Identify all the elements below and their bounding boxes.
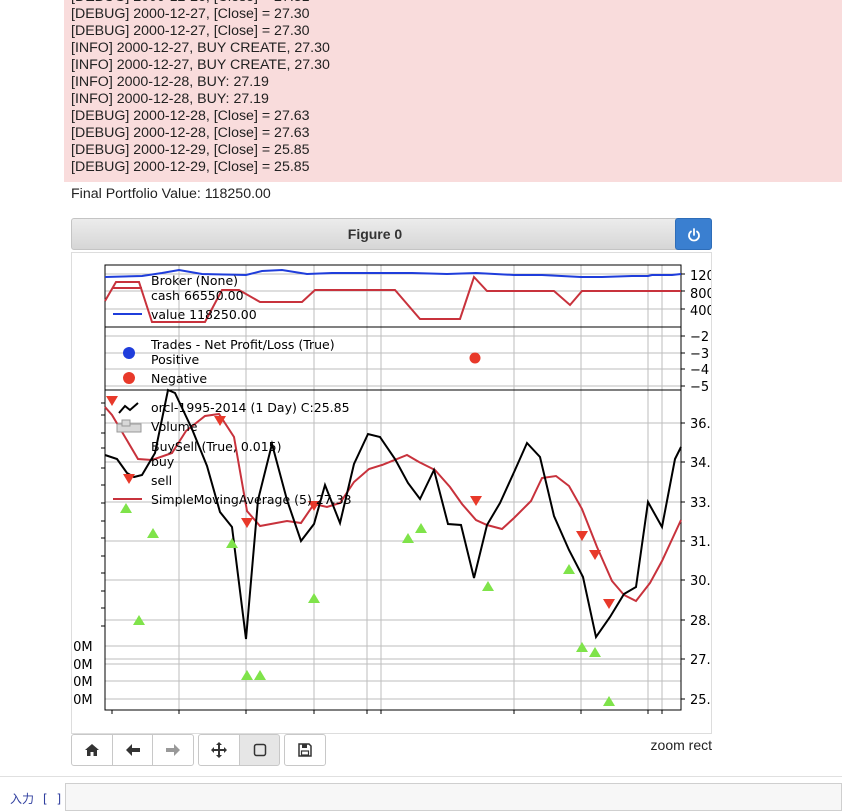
broker-axis-tick: 800 — [690, 287, 712, 302]
sell-marker — [589, 550, 601, 560]
broker-cash-label: cash 66550.00 — [151, 288, 244, 303]
zoom-rect-button[interactable] — [239, 734, 280, 766]
trades-axis-tick: −4 — [690, 363, 709, 378]
price-axis-tick: 31. — [690, 535, 711, 550]
buy-marker — [482, 581, 494, 591]
buy-legend-label: buy — [151, 454, 175, 469]
trades-axis-tick: −3 — [690, 347, 709, 362]
sell-marker — [470, 496, 482, 506]
sell-marker — [603, 599, 615, 609]
buy-marker — [603, 696, 615, 706]
trades-axis-tick: −5 — [690, 380, 709, 395]
home-icon — [85, 744, 99, 756]
price-axis-tick: 30. — [690, 574, 711, 589]
trades-axis-tick: −2 — [690, 330, 709, 345]
zoom-rect-icon — [253, 743, 266, 757]
figure-canvas[interactable]: Broker (None) cash 66550.00 value 118250… — [71, 252, 712, 734]
broker-legend-title: Broker (None) — [151, 273, 238, 288]
arrow-right-icon — [166, 744, 180, 756]
figure-title: Figure 0 — [347, 226, 403, 242]
save-figure-button[interactable] — [284, 734, 326, 766]
volume-legend-label: Volume — [151, 419, 198, 434]
buy-marker — [589, 647, 601, 657]
move-icon — [211, 742, 227, 758]
figure-header: Figure 0 — [71, 218, 712, 250]
buy-marker — [563, 564, 575, 574]
buy-marker — [254, 670, 266, 680]
log-line: [DEBUG] 2000-12-29, [Close] = 25.85 — [71, 159, 310, 175]
sell-marker — [106, 396, 118, 406]
code-cell-input[interactable] — [65, 783, 842, 811]
volume-axis-tick: )0M — [72, 658, 93, 673]
log-line: [DEBUG] 2000-12-27, [Close] = 27.30 — [71, 23, 310, 39]
volume-axis-tick: )0M — [72, 640, 93, 655]
price-axis-tick: 34. — [690, 456, 711, 471]
trades-negative-label: Negative — [151, 371, 207, 386]
save-icon — [298, 743, 312, 757]
broker-axis-tick: 120 — [690, 269, 712, 284]
log-line: [DEBUG] 2000-12-28, [Close] = 27.63 — [71, 125, 310, 141]
log-line: [INFO] 2000-12-27, BUY CREATE, 27.30 — [71, 40, 330, 56]
power-icon — [687, 228, 700, 242]
buy-marker — [308, 593, 320, 603]
price-axis-tick: 36. — [690, 417, 711, 432]
volume-axis-tick: )0M — [72, 693, 93, 708]
log-line: [DEBUG] 2000-12-29, [Close] = 25.85 — [71, 142, 310, 158]
log-line: [DEBUG] 2000-12-28, [Close] = 27.63 — [71, 108, 310, 124]
log-line: [DEBUG] 2000-12-27, [Close] = 27.30 — [71, 6, 310, 22]
final-portfolio-value: Final Portfolio Value: 118250.00 — [71, 186, 271, 202]
stderr-output: [DEBUG] 2000-12-26, [Close] = 27.31[DEBU… — [64, 0, 842, 182]
pan-button[interactable] — [198, 734, 240, 766]
sell-legend-label: sell — [151, 473, 172, 488]
negative-trade-marker — [469, 352, 481, 364]
price-axis-tick: 28. — [690, 614, 711, 629]
cell-separator — [0, 776, 842, 777]
trades-legend-title: Trades - Net Profit/Loss (True) — [150, 337, 335, 352]
trades-positive-label: Positive — [151, 352, 199, 367]
price-axis-tick: 27. — [690, 653, 711, 668]
data-legend-label: orcl-1995-2014 (1 Day) C:25.85 — [151, 400, 350, 415]
volume-axis-tick: )0M — [72, 675, 93, 690]
arrow-left-icon — [125, 744, 140, 756]
sell-marker — [576, 531, 588, 541]
buy-marker — [147, 528, 159, 538]
buy-marker — [120, 503, 132, 513]
buy-marker — [226, 538, 238, 548]
broker-axis-tick: 400 — [690, 304, 712, 319]
log-line: [INFO] 2000-12-27, BUY CREATE, 27.30 — [71, 57, 330, 73]
price-axis-tick: 33. — [690, 496, 711, 511]
home-button[interactable] — [71, 734, 113, 766]
input-prompt: 入力 [ ]: — [10, 792, 71, 806]
backtrader-plot: Broker (None) cash 66550.00 value 118250… — [72, 264, 712, 714]
log-line: [INFO] 2000-12-28, BUY: 27.19 — [71, 74, 269, 90]
buysell-legend-label: BuySell (True, 0.015) — [151, 439, 281, 454]
forward-button[interactable] — [152, 734, 194, 766]
log-line: [INFO] 2000-12-28, BUY: 27.19 — [71, 91, 269, 107]
price-axis-tick: 25. — [690, 693, 711, 708]
buy-marker — [576, 642, 588, 652]
toolbar-mode-message: zoom rect — [650, 737, 712, 753]
sell-marker — [241, 518, 253, 528]
buy-marker — [241, 670, 253, 680]
buy-marker — [415, 523, 427, 533]
close-figure-button[interactable] — [675, 218, 712, 250]
sma-legend-label: SimpleMovingAverage (5) 27.33 — [151, 492, 352, 507]
buy-marker — [402, 533, 414, 543]
back-button[interactable] — [112, 734, 153, 766]
log-lines: [DEBUG] 2000-12-26, [Close] = 27.31[DEBU… — [71, 0, 330, 176]
broker-value-label: value 118250.00 — [151, 307, 257, 322]
